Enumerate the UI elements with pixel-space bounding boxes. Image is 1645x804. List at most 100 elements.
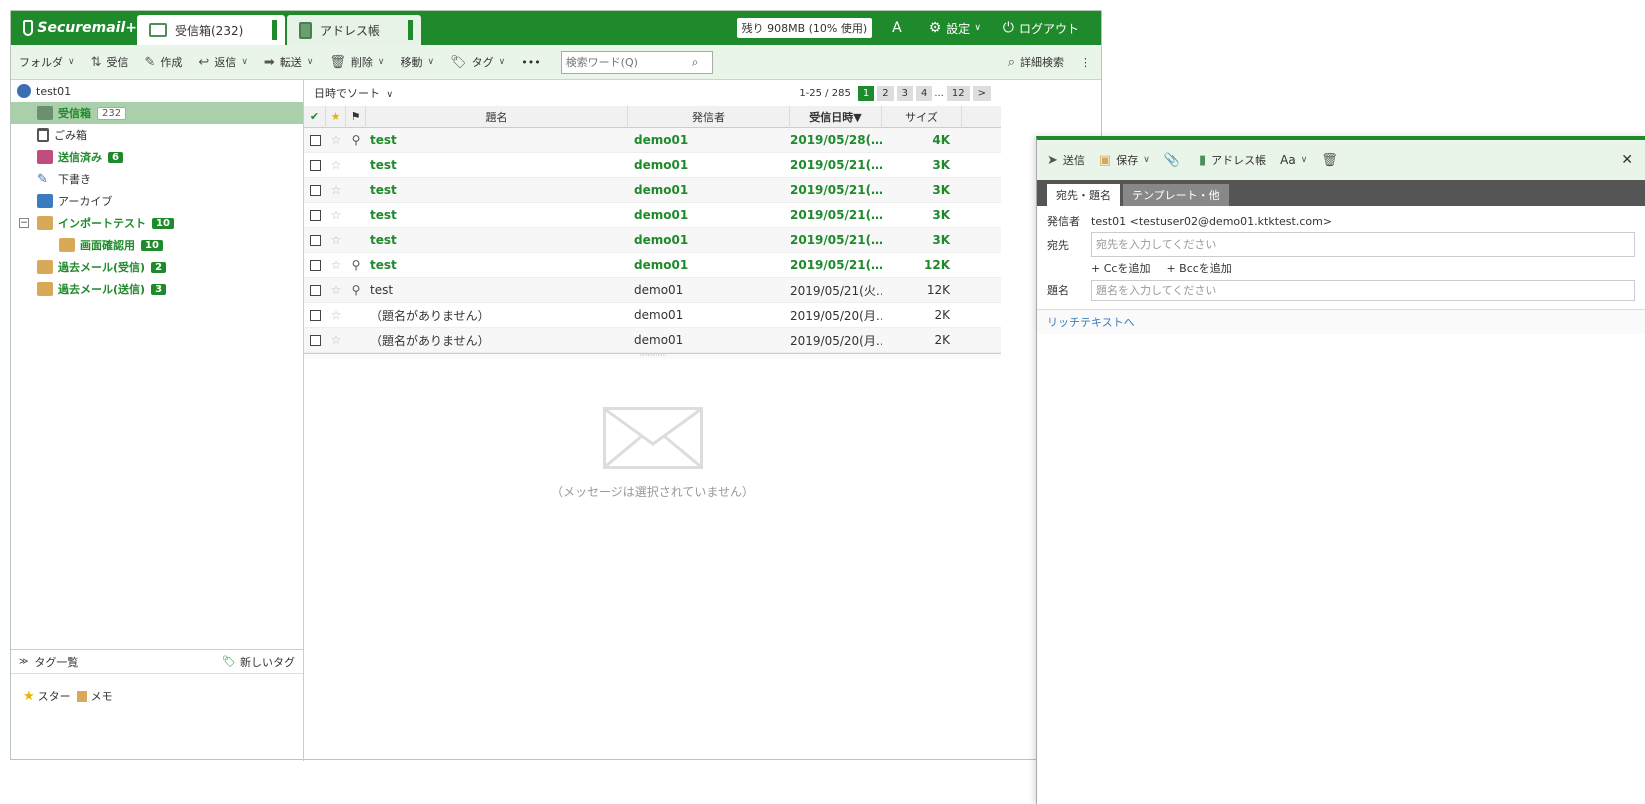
sidebar-item-past-sent[interactable]: 過去メール(送信) 3 xyxy=(11,278,303,300)
add-bcc-button[interactable]: + Bccを追加 xyxy=(1166,260,1231,276)
table-row[interactable]: ☆ test demo01 2019/05/21(… 3K xyxy=(304,228,1001,253)
new-tag-button[interactable]: 🏷 新しいタグ xyxy=(222,654,295,670)
font-button[interactable]: Aa ∨ xyxy=(1280,153,1307,167)
to-field[interactable] xyxy=(1091,232,1635,257)
chevron-down-icon[interactable]: ∨ xyxy=(378,57,385,67)
page-button[interactable]: 3 xyxy=(896,85,913,101)
size-column[interactable]: サイズ xyxy=(882,105,962,128)
page-button[interactable]: 12 xyxy=(946,85,970,101)
kebab-menu-icon[interactable]: ⋮ xyxy=(1080,56,1091,69)
sidebar-item-drafts[interactable]: ✎ 下書き xyxy=(11,168,303,190)
checkbox[interactable] xyxy=(309,334,321,346)
row-checkbox[interactable] xyxy=(304,309,326,321)
search-input[interactable] xyxy=(565,55,692,69)
checkbox[interactable] xyxy=(309,284,321,296)
checkbox[interactable] xyxy=(309,134,321,146)
check-all-icon[interactable]: ✔ xyxy=(304,105,326,128)
table-row[interactable]: ☆ test demo01 2019/05/21(… 3K xyxy=(304,178,1001,203)
sidebar-item-import-test[interactable]: − インポートテスト 10 xyxy=(11,212,303,234)
checkbox[interactable] xyxy=(309,184,321,196)
tab-template[interactable]: テンプレート・他 xyxy=(1123,184,1229,206)
table-row[interactable]: ☆ （題名がありません） demo01 2019/05/20(月… 2K xyxy=(304,303,1001,328)
row-checkbox[interactable] xyxy=(304,284,326,296)
row-checkbox[interactable] xyxy=(304,159,326,171)
tab-recipients[interactable]: 宛先・題名 xyxy=(1047,184,1120,206)
sidebar-item-inbox[interactable]: 受信箱 232 xyxy=(11,102,303,124)
account-node[interactable]: test01 xyxy=(11,80,303,102)
send-button[interactable]: ➤ 送信 xyxy=(1047,152,1085,168)
row-checkbox[interactable] xyxy=(304,209,326,221)
table-row[interactable]: ☆ test demo01 2019/05/21(… 3K xyxy=(304,153,1001,178)
star-column-icon[interactable]: ★ xyxy=(326,105,346,128)
table-row[interactable]: ☆ （題名がありません） demo01 2019/05/20(月… 2K xyxy=(304,328,1001,353)
more-button[interactable]: ••• xyxy=(521,56,540,69)
add-cc-button[interactable]: + Ccを追加 xyxy=(1091,260,1150,276)
star-icon[interactable]: ☆ xyxy=(326,333,346,347)
page-button[interactable]: 4 xyxy=(915,85,933,101)
sidebar-item-past-received[interactable]: 過去メール(受信) 2 xyxy=(11,256,303,278)
folder-menu-button[interactable]: フォルダ ∨ xyxy=(19,54,75,70)
tab-address-book[interactable]: アドレス帳 xyxy=(287,15,421,45)
address-book-button[interactable]: ▮ アドレス帳 xyxy=(1199,152,1266,168)
checkbox[interactable] xyxy=(309,159,321,171)
rich-text-link[interactable]: リッチテキストへ xyxy=(1037,309,1645,334)
settings-button[interactable]: ⚙ 設定 ∨ xyxy=(929,20,981,37)
checkbox[interactable] xyxy=(309,209,321,221)
sidebar-item-sent[interactable]: 送信済み 6 xyxy=(11,146,303,168)
from-column[interactable]: 発信者 xyxy=(628,105,790,128)
row-checkbox[interactable] xyxy=(304,134,326,146)
table-row[interactable]: ☆ ⚲ test demo01 2019/05/21(火… 12K xyxy=(304,278,1001,303)
sidebar-item-screen-check[interactable]: 画面確認用 10 xyxy=(11,234,303,256)
star-icon[interactable]: ☆ xyxy=(326,158,346,172)
subject-column[interactable]: 題名 xyxy=(366,105,628,128)
date-column[interactable]: 受信日時▼ xyxy=(790,105,882,128)
search-icon[interactable]: ⌕ xyxy=(692,55,699,70)
star-icon[interactable]: ☆ xyxy=(326,308,346,322)
star-icon[interactable]: ☆ xyxy=(326,258,346,272)
attach-button[interactable]: 📎 xyxy=(1164,153,1185,168)
move-button[interactable]: 移動 ∨ xyxy=(401,54,435,70)
save-button[interactable]: ▣ 保存 ∨ xyxy=(1099,152,1150,168)
table-row[interactable]: ☆ ⚲ test demo01 2019/05/21(… 12K xyxy=(304,253,1001,278)
checkbox[interactable] xyxy=(309,234,321,246)
discard-button[interactable]: 🗑 xyxy=(1321,153,1343,168)
advanced-search-button[interactable]: ⌕ 詳細検索 xyxy=(1008,54,1064,70)
chevron-down-icon[interactable]: ∨ xyxy=(1143,155,1150,165)
close-icon[interactable]: ✕ xyxy=(1621,152,1633,168)
checkbox[interactable] xyxy=(309,309,321,321)
sort-dropdown[interactable]: 日時でソート ∨ xyxy=(314,85,393,101)
star-icon[interactable]: ☆ xyxy=(326,133,346,147)
chevron-down-icon[interactable]: ∨ xyxy=(241,57,248,67)
checkbox[interactable] xyxy=(309,259,321,271)
next-page-button[interactable]: > xyxy=(972,85,991,101)
tag-item-memo[interactable]: メモ xyxy=(91,688,113,704)
compose-button[interactable]: ✎ 作成 xyxy=(145,54,183,70)
sidebar-item-archive[interactable]: アーカイブ xyxy=(11,190,303,212)
table-row[interactable]: ☆ ⚲ test demo01 2019/05/28(… 4K xyxy=(304,128,1001,153)
receive-button[interactable]: ⇅ 受信 xyxy=(91,54,129,70)
from-value[interactable]: test01 <testuser02@demo01.ktktest.com> xyxy=(1091,215,1332,228)
page-button[interactable]: 2 xyxy=(877,85,894,101)
star-icon[interactable]: ☆ xyxy=(326,208,346,222)
tab-inbox[interactable]: 受信箱(232) xyxy=(137,15,285,45)
table-row[interactable]: ☆ test demo01 2019/05/21(… 3K xyxy=(304,203,1001,228)
sidebar-item-trash[interactable]: ごみ箱 xyxy=(11,124,303,146)
row-checkbox[interactable] xyxy=(304,234,326,246)
logout-button[interactable]: ⏻ ログアウト xyxy=(1003,20,1079,37)
delete-button[interactable]: 🗑 削除 ∨ xyxy=(329,54,384,70)
collapse-toggle-icon[interactable]: − xyxy=(19,218,29,228)
star-icon[interactable]: ☆ xyxy=(326,233,346,247)
forward-button[interactable]: ➡ 転送 ∨ xyxy=(264,54,314,70)
subject-field[interactable] xyxy=(1091,279,1635,301)
flag-column-icon[interactable]: ⚑ xyxy=(346,105,366,128)
font-size-button[interactable]: A xyxy=(892,20,907,36)
row-checkbox[interactable] xyxy=(304,334,326,346)
star-icon[interactable]: ☆ xyxy=(326,283,346,297)
row-checkbox[interactable] xyxy=(304,184,326,196)
collapse-icon[interactable]: ≫ xyxy=(19,657,28,667)
row-checkbox[interactable] xyxy=(304,259,326,271)
pane-splitter[interactable]: ·········· xyxy=(304,352,1001,360)
tag-item-star[interactable]: スター xyxy=(38,688,71,704)
star-icon[interactable]: ☆ xyxy=(326,183,346,197)
tag-button[interactable]: 🏷 タグ ∨ xyxy=(450,54,505,70)
